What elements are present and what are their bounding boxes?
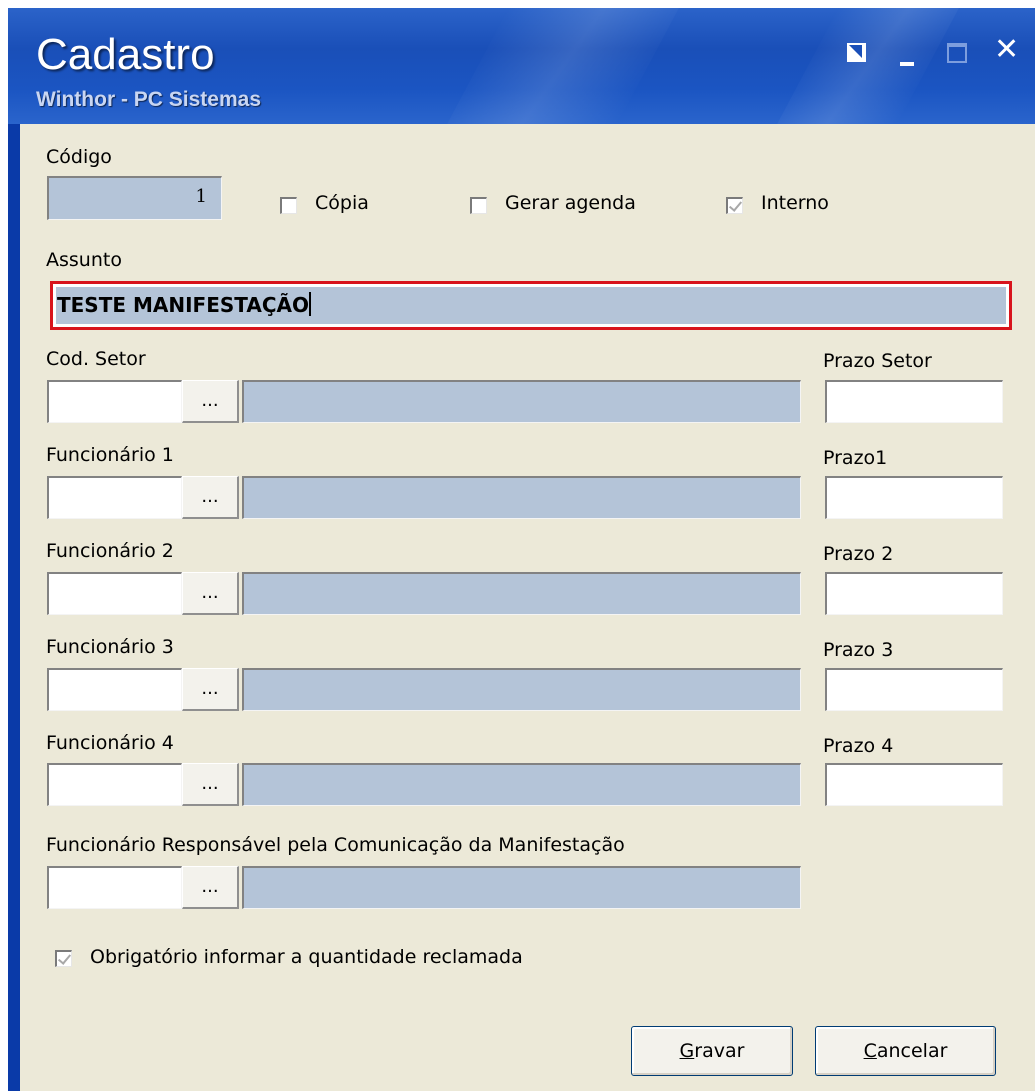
funcionario4-description xyxy=(242,763,801,806)
copia-checkbox[interactable] xyxy=(280,197,297,214)
funcionario3-description xyxy=(242,668,801,711)
funcionario2-label: Funcionário 2 xyxy=(46,540,174,562)
obrigatorio-label[interactable]: Obrigatório informar a quantidade reclam… xyxy=(90,946,523,968)
funcionario1-description xyxy=(242,476,801,519)
funcionario3-input[interactable] xyxy=(47,668,182,711)
cancelar-button[interactable]: Cancelar xyxy=(815,1026,996,1076)
prazo4-label: Prazo 4 xyxy=(823,735,894,757)
copia-label[interactable]: Cópia xyxy=(315,192,369,214)
funcionario2-description xyxy=(242,572,801,615)
prazo1-input[interactable] xyxy=(825,476,1003,519)
interno-checkbox[interactable] xyxy=(726,197,743,214)
window-subtitle: Winthor - PC Sistemas xyxy=(36,88,262,111)
window-title: Cadastro xyxy=(36,30,215,79)
assunto-field-highlight[interactable]: TESTE MANIFESTAÇÃO xyxy=(50,281,1012,330)
cod-setor-lookup-button[interactable]: ... xyxy=(182,380,239,423)
gravar-hotkey: G xyxy=(679,1040,695,1062)
minimize-icon[interactable] xyxy=(896,38,922,66)
prazo2-label: Prazo 2 xyxy=(823,543,894,565)
cancelar-hotkey: C xyxy=(863,1040,877,1062)
form-panel: Código 1 Cópia Gerar agenda Interno Assu… xyxy=(20,124,1035,1091)
prazo1-label: Prazo1 xyxy=(823,447,888,469)
funcionario4-label: Funcionário 4 xyxy=(46,732,174,754)
funcionario1-label: Funcionário 1 xyxy=(46,444,174,466)
responsavel-lookup-button[interactable]: ... xyxy=(182,866,239,909)
gravar-label: ravar xyxy=(694,1040,745,1062)
obrigatorio-checkbox[interactable] xyxy=(55,950,72,967)
funcionario2-lookup-button[interactable]: ... xyxy=(182,572,239,615)
funcionario1-lookup-button[interactable]: ... xyxy=(182,476,239,519)
close-icon[interactable]: ✕ xyxy=(994,35,1020,65)
prazo-setor-label: Prazo Setor xyxy=(823,350,932,372)
funcionario4-lookup-button[interactable]: ... xyxy=(182,763,239,806)
funcionario3-lookup-button[interactable]: ... xyxy=(182,668,239,711)
prazo4-input[interactable] xyxy=(825,763,1003,806)
responsavel-input[interactable] xyxy=(47,866,182,909)
edit-icon[interactable] xyxy=(844,38,870,66)
cod-setor-input[interactable] xyxy=(47,380,182,423)
responsavel-label: Funcionário Responsável pela Comunicação… xyxy=(46,834,625,856)
codigo-label: Código xyxy=(46,146,112,168)
funcionario1-input[interactable] xyxy=(47,476,182,519)
title-bar[interactable]: Cadastro Winthor - PC Sistemas ✕ xyxy=(8,8,1035,124)
prazo-setor-input[interactable] xyxy=(825,380,1003,423)
assunto-label: Assunto xyxy=(46,249,122,271)
gerar-agenda-label[interactable]: Gerar agenda xyxy=(505,192,636,214)
assunto-value: TESTE MANIFESTAÇÃO xyxy=(57,293,309,317)
funcionario2-input[interactable] xyxy=(47,572,182,615)
cancelar-label: ancelar xyxy=(876,1040,948,1062)
prazo3-input[interactable] xyxy=(825,668,1003,711)
gerar-agenda-checkbox[interactable] xyxy=(470,197,487,214)
funcionario4-input[interactable] xyxy=(47,763,182,806)
prazo2-input[interactable] xyxy=(825,572,1003,615)
cadastro-window: Cadastro Winthor - PC Sistemas ✕ Código … xyxy=(8,8,1035,1091)
cod-setor-description xyxy=(242,380,801,423)
interno-label[interactable]: Interno xyxy=(761,192,829,214)
gravar-button[interactable]: Gravar xyxy=(631,1026,793,1076)
codigo-field[interactable]: 1 xyxy=(47,176,222,220)
responsavel-description xyxy=(242,866,801,909)
cod-setor-label: Cod. Setor xyxy=(46,348,146,370)
text-caret xyxy=(309,292,311,316)
funcionario3-label: Funcionário 3 xyxy=(46,636,174,658)
prazo3-label: Prazo 3 xyxy=(823,639,894,661)
assunto-input[interactable]: TESTE MANIFESTAÇÃO xyxy=(56,287,1006,324)
maximize-icon[interactable] xyxy=(944,38,970,66)
